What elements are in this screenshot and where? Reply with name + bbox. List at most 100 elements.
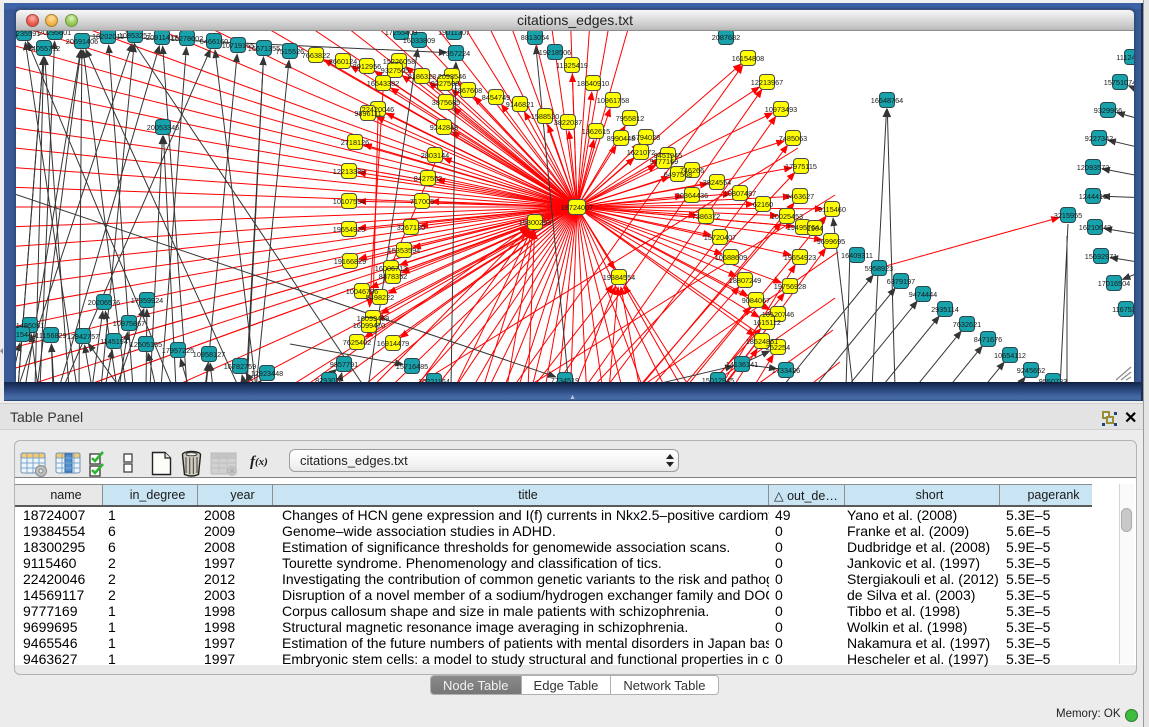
svg-text:16099470: 16099470 [353,321,385,330]
svg-text:10961758: 10961758 [597,96,629,105]
svg-text:1615112: 1615112 [753,318,781,327]
svg-text:16033809: 16033809 [403,36,435,45]
svg-text:5958923: 5958923 [865,264,893,273]
svg-text:16235591: 16235591 [16,31,40,38]
svg-text:12093572: 12093572 [1077,163,1109,172]
svg-text:11156829: 11156829 [35,331,66,340]
svg-text:8912956: 8912956 [353,62,381,71]
svg-text:19384554: 19384554 [603,273,635,282]
svg-text:15720407: 15720407 [704,233,736,242]
svg-text:19654923: 19654923 [784,253,816,262]
svg-text:10025453: 10025453 [771,212,803,221]
svg-text:1244415: 1244415 [1079,192,1107,201]
svg-text:10807487: 10807487 [724,189,756,198]
svg-text:9227342: 9227342 [1085,134,1113,143]
svg-text:12942757: 12942757 [67,332,99,341]
svg-text:15751074: 15751074 [1104,78,1134,87]
svg-text:9777169: 9777169 [650,157,678,166]
svg-text:7485063: 7485063 [779,134,807,143]
svg-text:5498222: 5498222 [366,293,394,302]
svg-text:19218506: 19218506 [539,48,571,57]
svg-text:7357224: 7357224 [442,49,470,58]
svg-text:19166829: 19166829 [334,257,366,266]
svg-text:12923448: 12923448 [251,369,283,378]
svg-text:15278602: 15278602 [171,34,203,43]
svg-text:9699695: 9699695 [817,237,845,246]
svg-text:7663822: 7663822 [302,51,330,60]
svg-text:3822037: 3822037 [554,118,582,127]
svg-text:14055712: 14055712 [28,44,60,53]
svg-text:14136141: 14136141 [726,360,758,369]
svg-text:16154808: 16154808 [732,54,764,63]
svg-text:3824554: 3824554 [703,178,731,187]
svg-text:12213389: 12213389 [333,167,365,176]
svg-text:7515526: 7515526 [276,47,304,56]
svg-text:8813054: 8813054 [521,33,549,42]
svg-text:10688609: 10688609 [715,253,747,262]
svg-text:11325419: 11325419 [556,61,588,70]
svg-text:2867608: 2867608 [454,86,482,95]
svg-text:20364436: 20364436 [676,191,708,200]
svg-text:9857791: 9857791 [330,360,358,369]
svg-text:10973493: 10973493 [765,105,797,114]
svg-text:16914479: 16914479 [377,339,409,348]
svg-text:2087682: 2087682 [712,33,740,42]
svg-text:12505135: 12505135 [130,340,162,349]
svg-text:17016504: 17016504 [1098,279,1130,288]
svg-text:18807249: 18807249 [729,276,761,285]
svg-text:20053346: 20053346 [147,123,179,132]
svg-text:9896111: 9896111 [354,109,381,118]
svg-text:3915441: 3915441 [16,330,36,339]
svg-text:1733426: 1733426 [772,366,800,375]
svg-text:17359924: 17359924 [131,296,163,305]
svg-text:15692971: 15692971 [1085,252,1117,261]
svg-text:9474444: 9474444 [909,290,937,299]
svg-text:8471676: 8471676 [974,335,1002,344]
svg-text:7632621: 7632621 [953,320,981,329]
svg-text:6379197: 6379197 [887,277,915,286]
svg-text:3267130: 3267130 [397,223,425,232]
svg-text:7955812: 7955812 [616,114,644,123]
svg-text:10975867: 10975867 [113,319,145,328]
svg-text:17975115: 17975115 [785,162,817,171]
svg-text:16543382: 16543382 [367,79,399,88]
svg-text:9242848: 9242848 [430,123,458,132]
svg-text:1621072: 1621072 [627,148,655,157]
svg-text:6794028: 6794028 [632,133,660,142]
svg-text:3215955: 3215955 [1054,211,1082,220]
svg-text:1904: 1904 [807,224,823,233]
svg-text:9463627: 9463627 [786,192,814,201]
svg-text:10654112: 10654112 [994,351,1026,360]
svg-text:15012945: 15012945 [702,376,734,382]
svg-text:7625402: 7625402 [343,338,371,347]
svg-text:9327505: 9327505 [381,66,409,75]
svg-text:9084067: 9084067 [742,296,770,305]
svg-text:2803144: 2803144 [421,151,449,160]
svg-text:18640910: 18640910 [577,79,609,88]
svg-text:8878352: 8878352 [379,272,407,281]
svg-text:19654925: 19654925 [333,225,365,234]
svg-text:17957225: 17957225 [162,346,194,355]
svg-text:9146821: 9146821 [506,100,534,109]
svg-text:7734519: 7734519 [551,376,579,382]
svg-text:9245652: 9245652 [1017,366,1045,375]
svg-text:8293011: 8293011 [315,376,343,382]
svg-text:15300293: 15300293 [519,218,551,227]
svg-text:8427552: 8427552 [414,174,442,183]
svg-text:1485051: 1485051 [16,321,44,330]
svg-text:10958127: 10958127 [193,350,225,359]
svg-text:9115460: 9115460 [818,205,846,214]
svg-text:15353594: 15353594 [388,246,420,255]
svg-text:16409311: 16409311 [841,251,873,260]
svg-text:3875685: 3875685 [432,98,460,107]
svg-text:11124457: 11124457 [1116,53,1134,62]
svg-text:16648764: 16648764 [871,96,903,105]
svg-text:(x): (x) [255,456,268,468]
svg-text:62160: 62160 [753,200,773,209]
svg-text:9550733: 9550733 [1039,377,1067,382]
svg-text:7386372: 7386372 [692,212,720,221]
svg-text:1167533: 1167533 [1112,305,1134,314]
svg-text:20206576: 20206576 [88,298,120,307]
svg-text:10107554: 10107554 [333,197,365,206]
svg-text:1145194: 1145194 [100,337,128,346]
